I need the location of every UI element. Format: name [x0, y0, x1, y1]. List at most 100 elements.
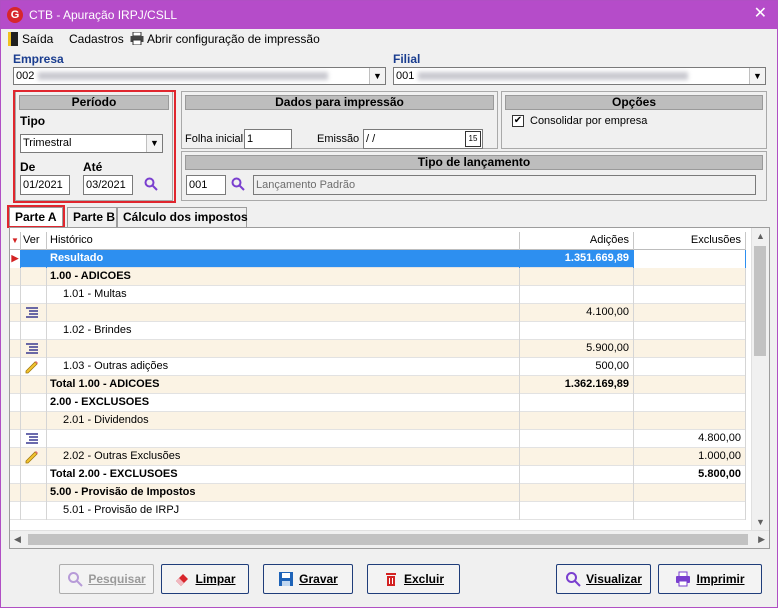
- adicoes-cell: [520, 394, 634, 412]
- adicoes-cell: [520, 412, 634, 430]
- table-row[interactable]: 2.00 - EXCLUSOES: [10, 394, 746, 412]
- ver-cell[interactable]: [21, 448, 47, 466]
- table-row[interactable]: 1.03 - Outras adições 500,00: [10, 358, 746, 376]
- exclusoes-cell: [634, 502, 746, 520]
- empresa-name-redacted: [38, 72, 329, 81]
- gravar-button[interactable]: Gravar: [263, 564, 353, 594]
- menu-bar: Saída Cadastros Abrir configuração de im…: [1, 29, 777, 49]
- col-header-ver[interactable]: Ver: [21, 232, 47, 250]
- table-row[interactable]: 1.01 - Multas: [10, 286, 746, 304]
- pesquisar-button[interactable]: Pesquisar: [59, 564, 154, 594]
- ver-cell[interactable]: [21, 376, 47, 394]
- sort-indicator-icon[interactable]: ▼: [10, 232, 21, 250]
- folha-inicial-input[interactable]: 1: [244, 129, 292, 149]
- tipo-lancamento-header: Tipo de lançamento: [185, 155, 763, 170]
- row-indicator: [10, 502, 21, 520]
- folha-inicial-label: Folha inicial: [185, 133, 244, 145]
- filial-name-redacted: [418, 72, 689, 81]
- eraser-icon: [174, 571, 190, 587]
- col-header-historico[interactable]: Histórico: [47, 232, 520, 250]
- ver-cell[interactable]: [21, 466, 47, 484]
- tab-parte-b[interactable]: Parte B: [67, 207, 117, 227]
- chevron-down-icon[interactable]: ▼: [369, 68, 385, 84]
- row-indicator: [10, 430, 21, 448]
- exclusoes-cell: 1.000,00: [634, 448, 746, 466]
- list-details-icon[interactable]: [25, 432, 39, 445]
- empresa-select[interactable]: 002 ▼: [13, 67, 386, 85]
- col-header-exclusoes[interactable]: Exclusões: [634, 232, 746, 250]
- empresa-value: 002: [16, 70, 35, 82]
- filial-select[interactable]: 001 ▼: [393, 67, 766, 85]
- row-indicator: [10, 286, 21, 304]
- menu-cadastros[interactable]: Cadastros: [69, 32, 124, 46]
- table-row[interactable]: 2.02 - Outras Exclusões 1.000,00: [10, 448, 746, 466]
- tipo-lancamento-code-input[interactable]: 001: [186, 175, 226, 195]
- periodo-highlight-box: [13, 90, 176, 203]
- ver-cell[interactable]: [21, 412, 47, 430]
- ver-cell[interactable]: [21, 304, 47, 322]
- table-row[interactable]: ▶ Resultado 1.351.669,89: [10, 250, 746, 268]
- menu-abrir-config-impressao[interactable]: Abrir configuração de impressão: [147, 32, 320, 46]
- pencil-icon[interactable]: [25, 450, 39, 464]
- emissao-input[interactable]: / / 15: [363, 129, 483, 149]
- parte-a-highlight-box: [7, 205, 65, 228]
- limpar-button[interactable]: Limpar: [161, 564, 249, 594]
- ver-cell[interactable]: [21, 250, 47, 268]
- chevron-down-icon[interactable]: ▼: [749, 68, 765, 84]
- ver-cell[interactable]: [21, 394, 47, 412]
- ver-cell[interactable]: [21, 286, 47, 304]
- scroll-up-icon[interactable]: ▲: [756, 231, 765, 241]
- table-row[interactable]: 4.800,00: [10, 430, 746, 448]
- calendar-icon[interactable]: 15: [465, 131, 481, 147]
- pencil-icon[interactable]: [25, 360, 39, 374]
- horizontal-scroll-thumb[interactable]: [28, 534, 748, 545]
- dados-impressao-header: Dados para impressão: [185, 95, 494, 110]
- imprimir-button[interactable]: Imprimir: [658, 564, 762, 594]
- consolidar-checkbox[interactable]: ✔: [512, 115, 524, 127]
- tab-calculo-impostos[interactable]: Cálculo dos impostos: [117, 207, 248, 227]
- filial-label: Filial: [393, 52, 421, 66]
- ver-cell[interactable]: [21, 502, 47, 520]
- row-indicator: [10, 322, 21, 340]
- title-bar: G CTB - Apuração IRPJ/CSLL ✕: [1, 1, 777, 29]
- scroll-right-icon[interactable]: ▶: [758, 534, 765, 545]
- close-icon[interactable]: ✕: [754, 5, 767, 23]
- ver-cell[interactable]: [21, 268, 47, 286]
- search-icon[interactable]: [231, 177, 245, 191]
- table-row[interactable]: 2.01 - Dividendos: [10, 412, 746, 430]
- list-details-icon[interactable]: [25, 342, 39, 355]
- ver-cell[interactable]: [21, 340, 47, 358]
- historico-cell: Resultado: [47, 250, 520, 268]
- scroll-left-icon[interactable]: ◀: [14, 534, 21, 545]
- adicoes-cell: [520, 466, 634, 484]
- table-row[interactable]: 4.100,00: [10, 304, 746, 322]
- scroll-down-icon[interactable]: ▼: [756, 517, 765, 527]
- current-row-indicator-icon: ▶: [10, 250, 21, 268]
- table-row[interactable]: 1.00 - ADICOES: [10, 268, 746, 286]
- app-logo-icon: G: [7, 7, 23, 23]
- ver-cell[interactable]: [21, 322, 47, 340]
- ver-cell[interactable]: [21, 484, 47, 502]
- table-row[interactable]: Total 1.00 - ADICOES 1.362.169,89: [10, 376, 746, 394]
- table-row[interactable]: 5.900,00: [10, 340, 746, 358]
- apuracao-grid[interactable]: ▼ Ver Histórico Adições Exclusões ▶ Resul…: [9, 227, 770, 549]
- historico-cell: [47, 430, 520, 448]
- vertical-scrollbar[interactable]: ▲ ▼: [751, 228, 769, 530]
- visualizar-button[interactable]: Visualizar: [556, 564, 651, 594]
- col-header-adicoes[interactable]: Adições: [520, 232, 634, 250]
- list-details-icon[interactable]: [25, 306, 39, 319]
- vertical-scroll-thumb[interactable]: [754, 246, 766, 356]
- ver-cell[interactable]: [21, 358, 47, 376]
- exclusoes-cell: [634, 250, 746, 268]
- horizontal-scrollbar[interactable]: ◀ ▶: [10, 530, 769, 548]
- excluir-button[interactable]: Excluir: [367, 564, 460, 594]
- historico-cell: 2.01 - Dividendos: [47, 412, 520, 430]
- table-row[interactable]: 5.00 - Provisão de Impostos: [10, 484, 746, 502]
- adicoes-cell: [520, 430, 634, 448]
- table-row[interactable]: 1.02 - Brindes: [10, 322, 746, 340]
- menu-saida[interactable]: Saída: [22, 32, 53, 46]
- emissao-label: Emissão: [317, 133, 360, 145]
- table-row[interactable]: Total 2.00 - EXCLUSOES 5.800,00: [10, 466, 746, 484]
- ver-cell[interactable]: [21, 430, 47, 448]
- table-row[interactable]: 5.01 - Provisão de IRPJ: [10, 502, 746, 520]
